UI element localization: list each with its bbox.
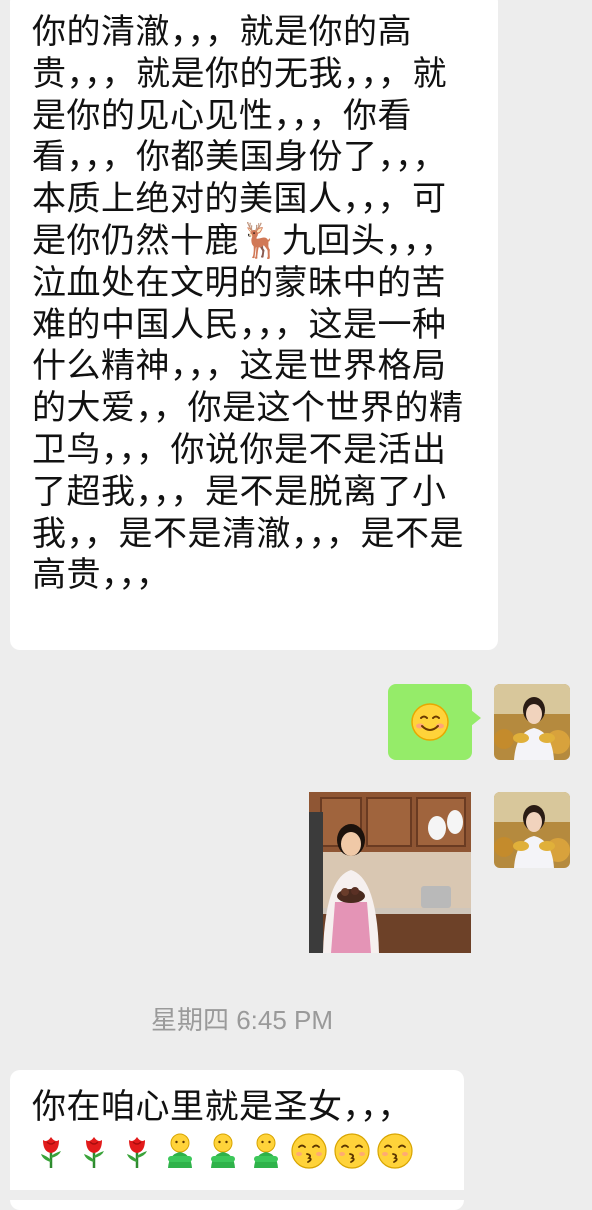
outgoing-emoji-bubble[interactable]	[388, 684, 481, 760]
photo-image	[309, 792, 471, 953]
person-icon	[168, 1133, 192, 1168]
message-timestamp: 星期四 6:45 PM	[150, 1005, 334, 1035]
input-bar-edge	[0, 1190, 592, 1200]
avatar-image	[494, 684, 570, 760]
avatar-image	[494, 792, 570, 868]
rose-icon	[41, 1137, 61, 1168]
avatar[interactable]	[494, 684, 570, 760]
message-text: 你在咱心里就是圣女，，，	[32, 1087, 412, 1127]
smiling-face-icon	[411, 703, 449, 741]
kissing-face-icon	[377, 1133, 413, 1169]
message-text: 你的清澈，，，就是你的高贵，，，就是你的无我，，，就是你的见心见性，，，你看看，…	[32, 12, 464, 596]
incoming-message-bubble[interactable]: 你的清澈，，，就是你的高贵，，，就是你的无我，，，就是你的见心见性，，，你看看，…	[10, 0, 498, 650]
photo-message[interactable]	[309, 792, 471, 953]
incoming-message-bubble[interactable]: 你在咱心里就是圣女，，，	[10, 1070, 464, 1210]
rose-icon	[127, 1137, 147, 1168]
person-icon	[254, 1133, 278, 1168]
kissing-face-icon	[334, 1133, 370, 1169]
person-icon	[211, 1133, 235, 1168]
chat-view: 你的清澈，，，就是你的高贵，，，就是你的无我，，，就是你的见心见性，，，你看看，…	[0, 0, 592, 1210]
emoji-row	[32, 1132, 446, 1170]
rose-icon	[84, 1137, 104, 1168]
avatar[interactable]	[494, 792, 570, 868]
kissing-face-icon	[291, 1133, 327, 1169]
